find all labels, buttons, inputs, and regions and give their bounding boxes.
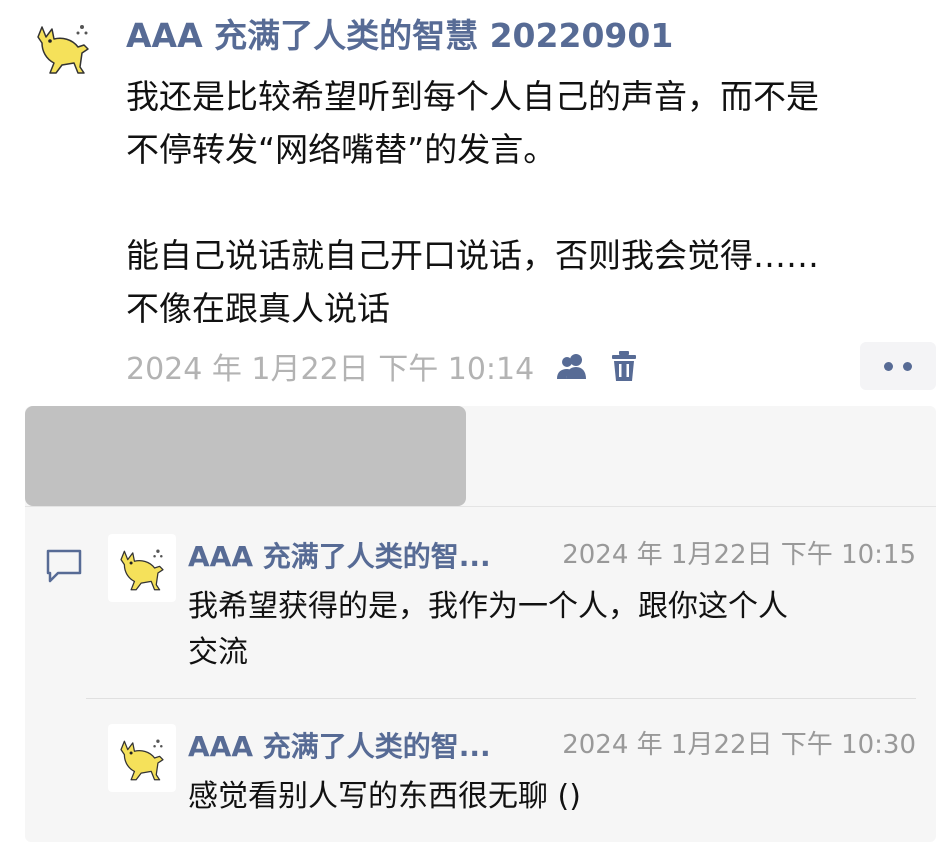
more-dots-icon xyxy=(903,361,912,371)
post-author-name[interactable]: AAA 充满了人类的智慧 20220901 xyxy=(126,10,673,62)
yellow-cat-icon xyxy=(120,549,164,591)
trash-icon[interactable] xyxy=(610,350,638,382)
comment-item[interactable]: AAA 充满了人类的智... 2024 年 1月22日 下午 10:15 我希望… xyxy=(108,534,916,674)
divider xyxy=(25,506,936,507)
moments-post-detail: AAA 充满了人类的智慧 20220901 我还是比较希望听到每个人自己的声音，… xyxy=(0,0,948,842)
comment-timestamp: 2024 年 1月22日 下午 10:15 xyxy=(562,540,916,570)
comment-line: 交流 xyxy=(188,635,248,670)
post-avatar[interactable] xyxy=(30,14,96,80)
yellow-cat-icon xyxy=(120,739,164,781)
post-timestamp: 2024 年 1月22日 下午 10:14 xyxy=(126,352,535,387)
comment-item[interactable]: AAA 充满了人类的智... 2024 年 1月22日 下午 10:30 感觉看… xyxy=(108,724,916,820)
comment-divider xyxy=(86,698,916,699)
post-line: 不像在跟真人说话 xyxy=(126,289,390,328)
friends-icon[interactable] xyxy=(554,351,590,381)
post-line: 能自己说话就自己开口说话，否则我会觉得…… xyxy=(126,236,819,275)
comment-avatar[interactable] xyxy=(108,724,176,792)
post-body: 我还是比较希望听到每个人自己的声音，而不是 不停转发“网络嘴替”的发言。 能自己… xyxy=(126,70,936,335)
comment-line: 感觉看别人写的东西很无聊 () xyxy=(188,779,581,814)
comment-text: 我希望获得的是，我作为一个人，跟你这个人 交流 xyxy=(188,584,908,676)
comment-timestamp: 2024 年 1月22日 下午 10:30 xyxy=(562,730,916,760)
post-meta-row: 2024 年 1月22日 下午 10:14 xyxy=(126,340,638,392)
likes-redacted-block xyxy=(25,406,466,506)
yellow-cat-icon xyxy=(37,25,89,74)
comment-icon xyxy=(46,549,82,583)
comment-author-name[interactable]: AAA 充满了人类的智... xyxy=(188,534,491,580)
comment-text: 感觉看别人写的东西很无聊 () xyxy=(188,774,908,820)
comment-author-name[interactable]: AAA 充满了人类的智... xyxy=(188,724,491,770)
post-line: 我还是比较希望听到每个人自己的声音，而不是 xyxy=(126,77,819,116)
comment-avatar[interactable] xyxy=(108,534,176,602)
post-line: 不停转发“网络嘴替”的发言。 xyxy=(126,130,557,169)
more-actions-button[interactable] xyxy=(860,342,936,390)
more-dots-icon xyxy=(884,361,893,371)
comment-line: 我希望获得的是，我作为一个人，跟你这个人 xyxy=(188,589,788,624)
